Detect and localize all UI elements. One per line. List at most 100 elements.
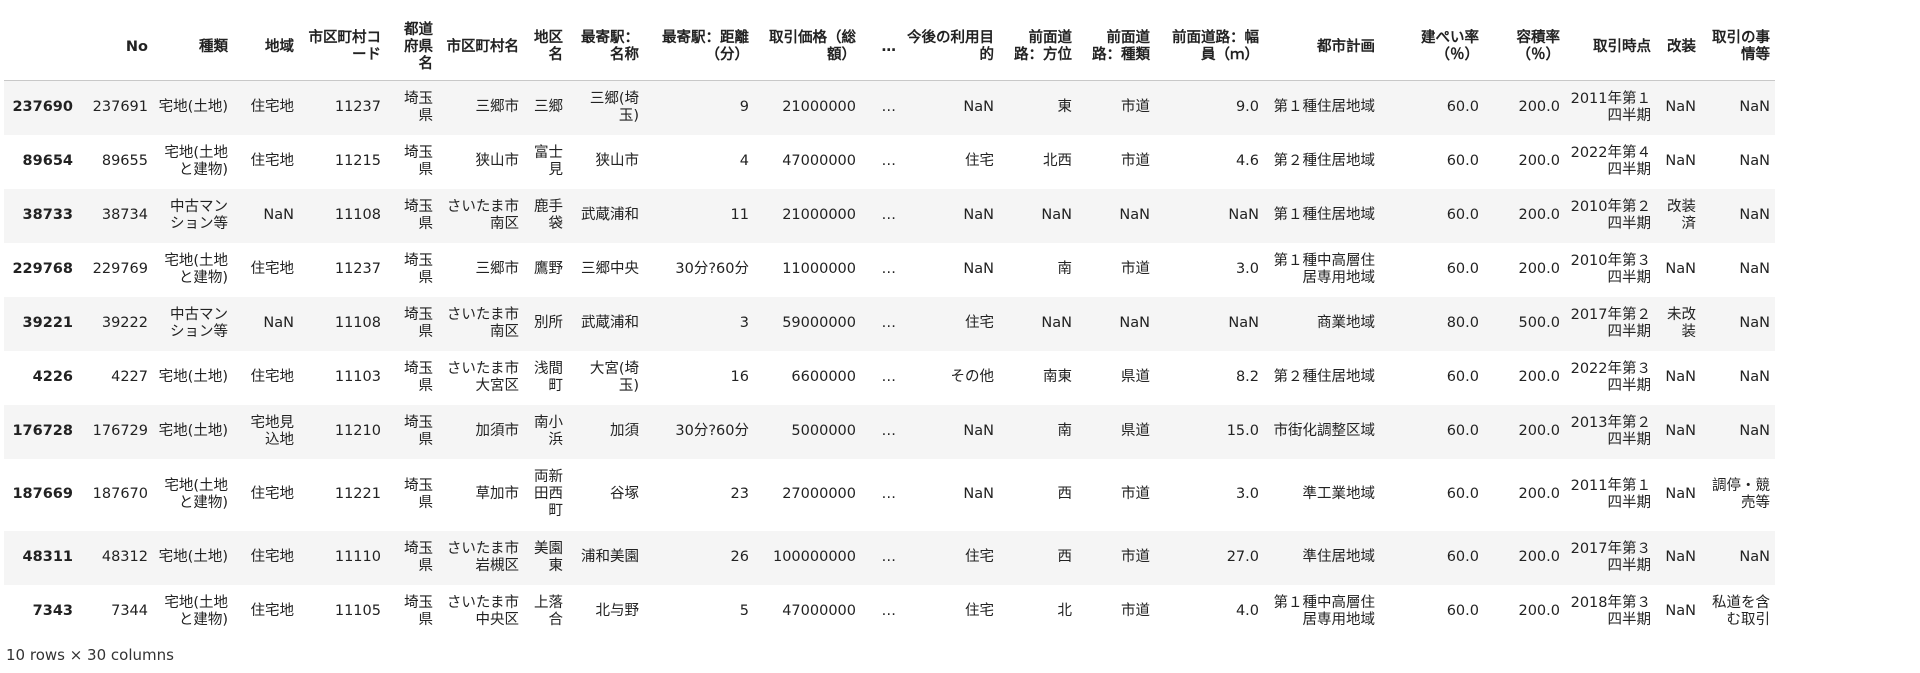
column-header: 地域 <box>233 14 299 81</box>
table-cell: 谷塚 <box>610 486 639 502</box>
table-cell: … <box>881 315 897 331</box>
table-cell: 48312 <box>101 549 148 565</box>
table-cell: NaN <box>1665 486 1696 502</box>
table-cell: 埼玉県 <box>404 414 433 448</box>
table-cell: 26 <box>730 549 749 565</box>
column-header: 取引の事情等 <box>1701 14 1775 81</box>
table-cell: 7344 <box>111 603 148 619</box>
column-header: 地区名 <box>524 14 568 81</box>
table-cell: 3.0 <box>1235 261 1259 277</box>
table-cell: 調停・競売等 <box>1712 477 1770 511</box>
table-cell: 38734 <box>101 207 148 223</box>
table-cell: NaN <box>1739 315 1770 331</box>
table-cell: 11215 <box>334 153 381 169</box>
table-cell: 埼玉県 <box>404 477 433 511</box>
table-cell: その他 <box>950 369 995 385</box>
table-cell: 2010年第３四半期 <box>1570 252 1651 286</box>
table-cell: 宅地(土地) <box>158 99 228 116</box>
table-cell: 第１種中高層住居専用地域 <box>1273 252 1376 286</box>
table-cell: 4.6 <box>1235 153 1259 169</box>
notebook-output: No 種類 地域 市区町村コード 都道府県名 市区町村名 地区名 最寄駅：名称 最寄駅：距離（分… <box>0 0 1920 673</box>
table-cell: NaN <box>1665 549 1696 565</box>
table-cell: 住宅地 <box>250 549 295 565</box>
table-cell: 西 <box>1057 486 1073 502</box>
table-cell: 11108 <box>334 207 381 223</box>
table-cell: 住宅地 <box>250 153 295 169</box>
row-index: 237690 <box>12 99 73 116</box>
table-cell: さいたま市岩槻区 <box>446 540 519 574</box>
table-cell: 第１種住居地域 <box>1273 207 1376 223</box>
row-index: 176728 <box>12 423 73 439</box>
table-cell: 47000000 <box>782 603 856 619</box>
row-index: 7343 <box>32 603 73 619</box>
column-header: 市区町村コード <box>299 14 386 81</box>
table-cell: 三郷(埼玉) <box>589 90 639 124</box>
table-cell: 埼玉県 <box>404 594 433 628</box>
table-cell: 武蔵浦和 <box>581 207 639 223</box>
table-cell: 47000000 <box>782 153 856 169</box>
table-cell: 27000000 <box>782 486 856 502</box>
column-header: 取引時点 <box>1565 14 1656 81</box>
table-cell: 200.0 <box>1518 207 1560 223</box>
table-cell: 県道 <box>1121 423 1150 439</box>
table-cell: 宅地(土地) <box>158 369 228 385</box>
table-cell: 市道 <box>1121 603 1150 619</box>
table-cell: 4 <box>739 153 749 169</box>
table-cell: 北西 <box>1043 153 1072 169</box>
table-cell: … <box>881 603 897 619</box>
table-cell: 2013年第２四半期 <box>1570 414 1651 448</box>
table-cell: NaN <box>1739 153 1770 169</box>
table-cell: 第２種住居地域 <box>1273 369 1376 385</box>
table-cell: 30分?60分 <box>675 261 749 277</box>
table-cell: 南東 <box>1043 369 1072 385</box>
table-cell: 住宅 <box>965 603 994 619</box>
table-cell: 浅間町 <box>534 360 563 394</box>
table-cell: 北与野 <box>595 603 640 619</box>
table-cell: 60.0 <box>1446 99 1479 116</box>
table-cell: 60.0 <box>1446 423 1479 439</box>
table-cell: 草加市 <box>475 486 520 502</box>
row-index: 4226 <box>32 369 73 385</box>
shape-summary: 10 rows × 30 columns <box>6 646 174 664</box>
column-header: 改装 <box>1656 14 1701 81</box>
table-cell: 59000000 <box>782 315 856 331</box>
table-cell: 住宅地 <box>250 486 295 502</box>
table-cell: NaN <box>1665 423 1696 439</box>
table-cell: 200.0 <box>1518 423 1560 439</box>
table-cell: 60.0 <box>1446 261 1479 277</box>
table-cell: 15.0 <box>1226 423 1259 439</box>
table-cell: 11210 <box>334 423 381 439</box>
table-cell: 武蔵浦和 <box>581 315 639 331</box>
table-cell: 住宅地 <box>250 369 295 385</box>
table-cell: NaN <box>963 207 994 223</box>
row-index: 48311 <box>22 549 73 565</box>
table-cell: 2017年第３四半期 <box>1570 540 1651 574</box>
table-cell: NaN <box>263 315 294 331</box>
table-cell: 商業地域 <box>1317 315 1375 331</box>
table-cell: 176729 <box>92 423 148 439</box>
table-cell: 2018年第３四半期 <box>1570 594 1651 628</box>
table-cell: 鷹野 <box>534 261 563 277</box>
table-cell: 11237 <box>334 99 381 116</box>
column-header: 最寄駅：名称 <box>568 14 644 81</box>
table-cell: 11000000 <box>782 261 856 277</box>
table-cell: NaN <box>1665 603 1696 619</box>
table-cell: NaN <box>1665 99 1696 116</box>
table-cell: NaN <box>1041 315 1072 331</box>
table-cell: 2022年第３四半期 <box>1570 360 1651 394</box>
table-cell: 2017年第２四半期 <box>1570 306 1651 340</box>
table-cell: 60.0 <box>1446 207 1479 223</box>
table-cell: 美園東 <box>534 540 563 574</box>
table-cell: 宅地(土地と建物) <box>164 594 228 628</box>
table-cell: 準工業地域 <box>1302 486 1376 502</box>
table-cell: 11108 <box>334 315 381 331</box>
row-index: 38733 <box>22 207 73 223</box>
table-cell: 宅地(土地) <box>158 549 228 565</box>
table-row: 48311 48312 宅地(土地) 住宅地 11110 埼玉県 さいたま市岩槻区 美園東 浦和… <box>4 530 1775 585</box>
table-row: 187669 187670 宅地(土地と建物) 住宅地 11221 埼玉県 草加市 両新田西町… <box>4 458 1775 531</box>
table-cell: … <box>881 486 897 502</box>
table-cell: NaN <box>1665 369 1696 385</box>
table-cell: 60.0 <box>1446 486 1479 502</box>
table-cell: さいたま市南区 <box>446 198 519 232</box>
table-cell: 市道 <box>1121 486 1150 502</box>
